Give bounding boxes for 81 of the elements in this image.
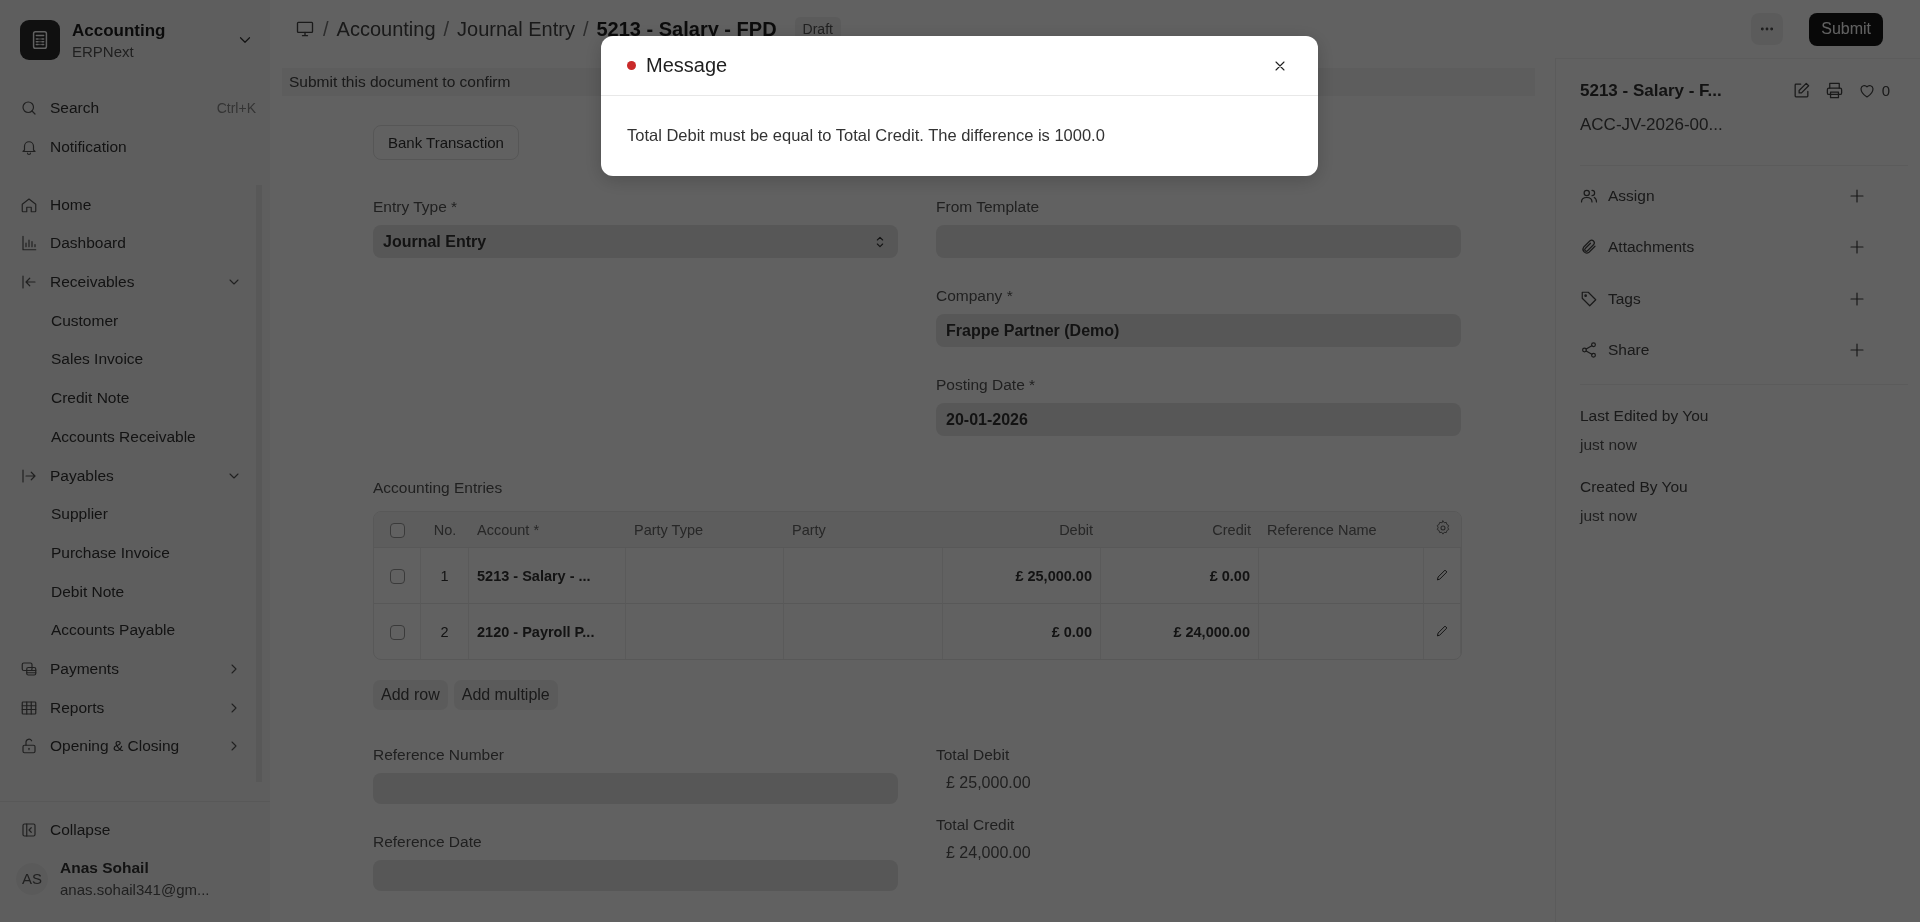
printer-icon[interactable] — [1824, 81, 1844, 100]
document-name: ACC-JV-2026-00... — [1580, 115, 1908, 166]
sidebar-item[interactable]: Reports — [0, 688, 256, 727]
breadcrumb-separator: / — [443, 17, 450, 41]
field-label: Reference Date — [373, 833, 483, 851]
table-action-button[interactable]: Add multiple — [453, 680, 558, 710]
sidebar-subitem[interactable]: Customer — [0, 301, 256, 341]
activity-label: Last Edited by You — [1580, 407, 1710, 425]
like-button[interactable]: 0 — [1857, 81, 1890, 100]
sidebar-subitem[interactable]: Supplier — [0, 494, 256, 534]
breadcrumb-separator: / — [582, 17, 589, 41]
submit-button[interactable]: Submit — [1809, 12, 1883, 46]
activity-label: Created By You — [1580, 478, 1689, 496]
input-field[interactable]: 20-01-2026 — [936, 403, 1461, 436]
sidebar-item[interactable]: Home — [0, 185, 256, 225]
sidebar-subitem[interactable]: Accounts Receivable — [0, 417, 256, 457]
sidebar-item[interactable]: Opening & Closing — [0, 727, 256, 766]
sidebar-action[interactable]: Tags — [1580, 273, 1908, 325]
sidebar-subitem[interactable]: Purchase Invoice — [0, 533, 256, 573]
breadcrumb-link[interactable]: Accounting — [336, 17, 436, 41]
sidebar-item[interactable]: Payments — [0, 649, 256, 689]
share-icon — [1580, 341, 1598, 360]
field-value: £ 24,000.00 — [945, 843, 1032, 863]
field-label: Company * — [936, 287, 1014, 305]
user-email: anas.sohail341@gm... — [60, 881, 210, 898]
field-label: Total Debit — [936, 746, 1011, 764]
checkbox[interactable] — [390, 522, 405, 538]
field-label: From Template — [936, 198, 1041, 216]
select-field[interactable]: Journal Entry — [373, 225, 898, 258]
field-label: Entry Type * — [373, 198, 459, 216]
monitor-icon — [295, 19, 315, 39]
field-value: £ 25,000.00 — [945, 773, 1032, 793]
bell-icon — [20, 138, 38, 157]
table-cell: £ 0.00 — [1051, 623, 1092, 640]
paperclip-icon — [1580, 238, 1598, 257]
bar-chart-icon — [20, 234, 38, 253]
table-cell: 2 — [440, 623, 449, 640]
dialog-message: Total Debit must be equal to Total Credit. The difference is 1000.0 — [626, 125, 1106, 146]
table-cell: £ 24,000.00 — [1173, 623, 1250, 640]
table-cell: £ 25,000.00 — [1015, 567, 1092, 584]
collapse-button[interactable]: Collapse — [0, 810, 270, 849]
sidebar-item[interactable]: Payables — [0, 456, 256, 495]
table-cell: 1 — [440, 567, 449, 584]
breadcrumb-link[interactable]: Journal Entry — [457, 17, 575, 41]
table-icon — [20, 698, 38, 717]
bank-transaction-button[interactable]: Bank Transaction — [373, 125, 519, 160]
sidebar-subitem[interactable]: Accounts Payable — [0, 610, 256, 650]
sidebar-action[interactable]: Assign — [1580, 170, 1908, 222]
input-field[interactable]: Frappe Partner (Demo) — [936, 314, 1461, 347]
sidebar-action[interactable]: Share — [1580, 324, 1908, 376]
activity-time: just now — [1580, 507, 1638, 525]
sidebar-subitem[interactable]: Debit Note — [0, 572, 256, 611]
sidebar-item[interactable]: Dashboard — [0, 224, 256, 263]
field-label: Reference Number — [373, 746, 505, 764]
checkbox[interactable] — [389, 624, 405, 640]
user-name: Anas Sohail — [60, 859, 150, 877]
activity-time: just now — [1580, 436, 1638, 454]
checkbox[interactable] — [389, 568, 405, 584]
table-cell: 5213 - Salary - ... — [477, 567, 591, 584]
sidebar-collapse-icon — [20, 820, 38, 839]
table-cell: 2120 - Payroll P... — [477, 623, 595, 640]
cards-icon — [20, 659, 38, 678]
sidebar-subitem[interactable]: Sales Invoice — [0, 340, 256, 379]
app-subtitle: ERPNext — [72, 42, 135, 60]
notification-button[interactable]: Notification — [0, 127, 270, 167]
sidebar-subitem[interactable]: Credit Note — [0, 378, 256, 418]
field-label: Posting Date * — [936, 376, 1037, 394]
avatar[interactable]: AS — [16, 862, 48, 895]
sidebar-item[interactable]: Receivables — [0, 262, 256, 302]
settings-icon — [1434, 520, 1451, 536]
document-title: 5213 - Salary - F... — [1580, 81, 1723, 101]
table-cell: £ 0.00 — [1209, 567, 1250, 584]
breadcrumb-separator: / — [323, 17, 329, 41]
sidebar-action[interactable]: Attachments — [1580, 221, 1908, 273]
table-action-button[interactable]: Add row — [373, 680, 448, 710]
more-button[interactable] — [1751, 13, 1784, 45]
field-label: Total Credit — [936, 816, 1016, 834]
lock-icon — [20, 737, 38, 756]
table-title: Accounting Entries — [373, 479, 504, 497]
tag-icon — [1580, 289, 1598, 308]
app-title: Accounting — [72, 20, 167, 41]
